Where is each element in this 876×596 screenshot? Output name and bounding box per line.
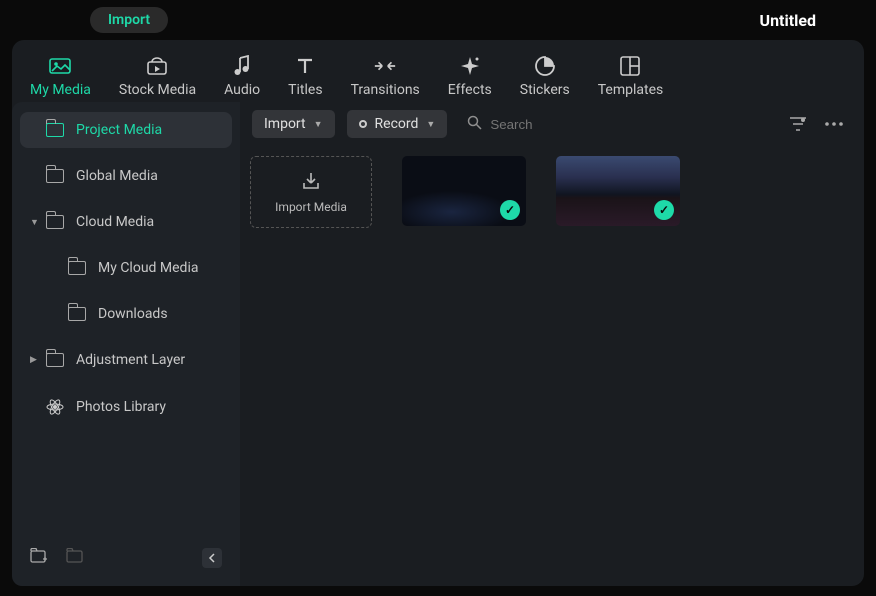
filter-icon [789, 116, 807, 132]
tab-transitions[interactable]: Transitions [351, 54, 420, 98]
photos-library-icon [46, 398, 64, 416]
sidebar-item-label: Adjustment Layer [76, 352, 185, 368]
tab-effects[interactable]: Effects [448, 54, 492, 98]
chevron-down-icon: ▼ [426, 119, 435, 130]
transitions-icon [373, 54, 397, 78]
tab-audio[interactable]: Audio [224, 54, 260, 98]
media-toolbar: Import ▼ Record ▼ [240, 98, 864, 146]
sidebar-item-my-cloud-media[interactable]: My Cloud Media [20, 250, 232, 286]
sidebar-item-global-media[interactable]: Global Media [20, 158, 232, 194]
tab-label: My Media [30, 82, 91, 98]
sidebar-item-label: My Cloud Media [98, 260, 198, 276]
tab-label: Effects [448, 82, 492, 98]
search-input[interactable] [490, 117, 630, 132]
cloud-media-icon [145, 54, 169, 78]
folder-icon [46, 353, 64, 367]
sidebar-item-photos-library[interactable]: Photos Library [20, 388, 232, 426]
chevron-down-icon: ▼ [314, 119, 323, 130]
check-badge-icon: ✓ [654, 200, 674, 220]
import-tile-label: Import Media [275, 200, 347, 214]
tab-label: Transitions [351, 82, 420, 98]
import-dropdown[interactable]: Import ▼ [252, 110, 335, 138]
folder-icon [46, 215, 64, 229]
folder-icon [68, 307, 86, 321]
filter-button[interactable] [786, 112, 810, 136]
media-icon [48, 54, 72, 78]
button-label: Record [375, 116, 419, 132]
project-title: Untitled [760, 11, 816, 30]
search-box[interactable] [467, 115, 630, 134]
templates-icon [618, 54, 642, 78]
sidebar: Project Media Global Media ▼ Cloud Media… [12, 102, 240, 586]
record-dropdown[interactable]: Record ▼ [347, 110, 448, 138]
button-label: Import [264, 116, 306, 132]
caret-right-icon: ▶ [30, 355, 38, 365]
new-folder-icon[interactable] [30, 548, 48, 568]
tab-my-media[interactable]: My Media [30, 54, 91, 98]
sparkle-icon [458, 54, 482, 78]
media-thumbnail[interactable]: ✓ [556, 156, 680, 226]
sidebar-item-downloads[interactable]: Downloads [20, 296, 232, 332]
top-bar: Import Untitled [0, 0, 876, 40]
import-icon [301, 171, 321, 194]
media-grid: Import Media ✓ ✓ [240, 146, 864, 238]
caret-down-icon: ▼ [30, 217, 38, 228]
media-thumbnail[interactable]: ✓ [402, 156, 526, 226]
folder-icon [46, 169, 64, 183]
sidebar-item-label: Global Media [76, 168, 158, 184]
collapse-sidebar-button[interactable] [202, 548, 222, 568]
check-badge-icon: ✓ [500, 200, 520, 220]
folder-icon [46, 123, 64, 137]
folder-muted-icon[interactable] [66, 548, 84, 568]
sidebar-item-label: Cloud Media [76, 214, 154, 230]
tab-label: Titles [288, 82, 322, 98]
tab-stickers[interactable]: Stickers [520, 54, 570, 98]
media-area: Import ▼ Record ▼ [240, 98, 864, 586]
tab-label: Stock Media [119, 82, 196, 98]
sticker-icon [533, 54, 557, 78]
tab-label: Stickers [520, 82, 570, 98]
content-area: Project Media Global Media ▼ Cloud Media… [12, 98, 864, 586]
sidebar-item-project-media[interactable]: Project Media [20, 112, 232, 148]
sidebar-item-label: Project Media [76, 122, 162, 138]
sidebar-item-cloud-media[interactable]: ▼ Cloud Media [20, 204, 232, 240]
main-panel: My Media Stock Media Audio Titles Transi… [12, 40, 864, 586]
tab-label: Audio [224, 82, 260, 98]
text-icon [293, 54, 317, 78]
more-horizontal-icon [825, 122, 843, 126]
search-icon [467, 115, 482, 134]
import-tab-pill[interactable]: Import [90, 7, 168, 33]
sidebar-item-label: Downloads [98, 306, 168, 322]
record-icon [359, 120, 367, 128]
sidebar-item-adjustment-layer[interactable]: ▶ Adjustment Layer [20, 342, 232, 378]
folder-icon [68, 261, 86, 275]
tab-titles[interactable]: Titles [288, 54, 322, 98]
tab-label: Templates [598, 82, 664, 98]
tab-templates[interactable]: Templates [598, 54, 664, 98]
sidebar-item-label: Photos Library [76, 399, 166, 415]
sidebar-footer [20, 540, 232, 576]
nav-tabs: My Media Stock Media Audio Titles Transi… [12, 40, 864, 98]
music-note-icon [230, 54, 254, 78]
tab-stock-media[interactable]: Stock Media [119, 54, 196, 98]
import-media-tile[interactable]: Import Media [250, 156, 372, 228]
more-button[interactable] [822, 112, 846, 136]
